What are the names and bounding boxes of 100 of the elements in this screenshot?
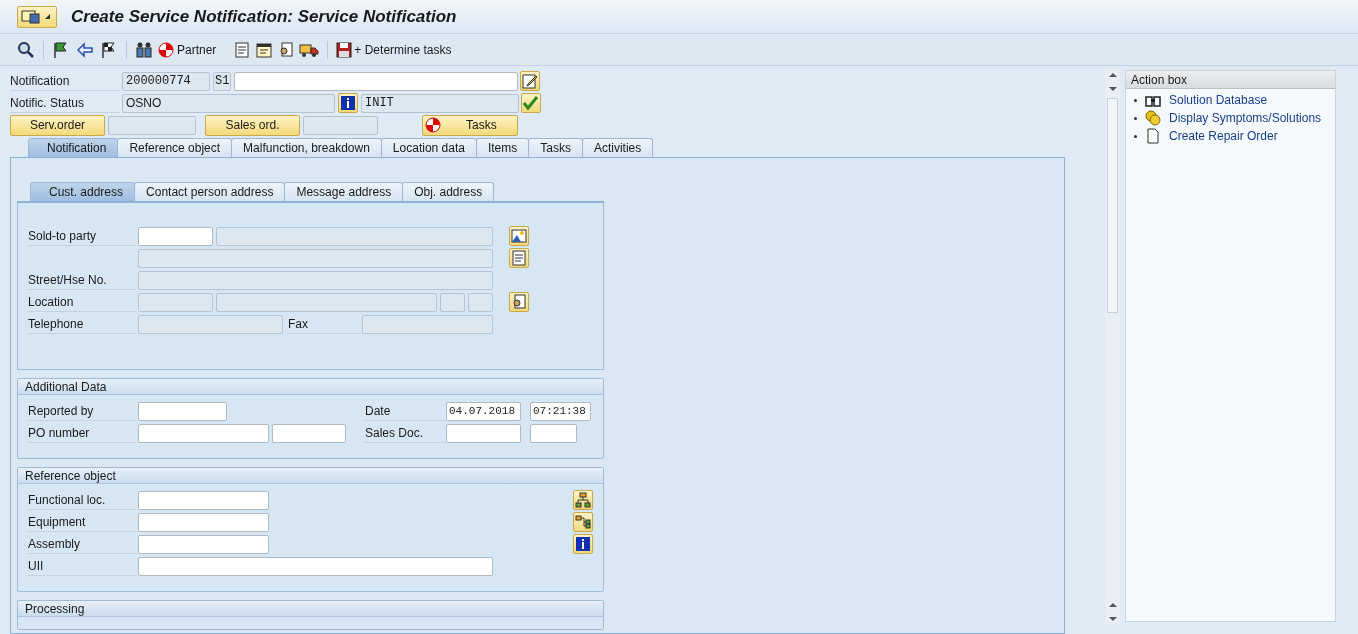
field-label: Telephone: [28, 314, 136, 334]
tab[interactable]: Tasks: [528, 138, 583, 157]
field-label: UII: [28, 556, 136, 576]
bullet-icon: [1134, 116, 1137, 120]
bullet-icon: [1134, 134, 1137, 138]
hierarchy-icon: [575, 492, 591, 508]
status-button[interactable]: [521, 93, 541, 113]
display-field: INIT: [361, 93, 519, 113]
structure-icon: [575, 514, 591, 530]
tab[interactable]: Reference object: [117, 138, 233, 157]
scroll-up-icon[interactable]: [1107, 600, 1118, 610]
notepad-icon: [255, 40, 274, 59]
picture-button[interactable]: [509, 226, 529, 246]
info-icon: [575, 536, 591, 552]
note-button[interactable]: [255, 40, 274, 59]
input-field[interactable]: [138, 401, 227, 421]
address-icon: [278, 41, 295, 58]
flag-button[interactable]: [52, 40, 70, 59]
blank-document-icon: [1145, 128, 1161, 144]
input-field[interactable]: 07:21:38: [530, 401, 591, 421]
info-button[interactable]: [573, 534, 593, 554]
document-icon: [234, 41, 251, 58]
input-field[interactable]: [138, 512, 269, 532]
address-icon: [511, 294, 527, 310]
tasks-button[interactable]: Tasks: [422, 114, 518, 136]
action-link[interactable]: Display Symptoms/Solutions: [1169, 109, 1322, 127]
field-label: Notific. Status: [10, 93, 120, 113]
menu-button[interactable]: [17, 5, 57, 28]
structure-button[interactable]: [573, 512, 593, 532]
group-title: Additional Data: [25, 378, 107, 395]
tab[interactable]: Obj. address: [402, 182, 495, 201]
input-field[interactable]: [138, 534, 269, 554]
display-field: 200000774: [122, 71, 210, 91]
input-field[interactable]: [272, 423, 346, 443]
input-field[interactable]: [138, 423, 269, 443]
text-button[interactable]: [509, 248, 529, 268]
dropdown-icon: [45, 14, 50, 19]
field-label: Functional loc.: [28, 490, 136, 510]
search-icon: [17, 40, 35, 59]
hierarchy-button[interactable]: [573, 490, 593, 510]
tab[interactable]: Items: [475, 138, 530, 157]
checkered-flag-icon: [100, 40, 118, 59]
tab[interactable]: Message address: [284, 182, 404, 201]
tab[interactable]: Cust. address: [30, 182, 136, 201]
lifebuoy-icon: [425, 117, 441, 133]
group-title: Processing: [25, 600, 85, 617]
flag-icon: [52, 40, 70, 59]
input-field[interactable]: [530, 423, 577, 443]
address-button[interactable]: [509, 292, 529, 312]
display-field: OSNO: [122, 93, 335, 113]
input-field[interactable]: [446, 423, 521, 443]
tab[interactable]: Location data: [380, 138, 477, 157]
description-field[interactable]: [234, 71, 518, 91]
people-icon: [135, 40, 153, 59]
long-text-button[interactable]: [520, 71, 540, 91]
finish-flag-button[interactable]: [100, 40, 118, 59]
scroll-up-icon[interactable]: [1107, 70, 1118, 80]
list-button[interactable]: [234, 41, 251, 58]
pencil-icon: [522, 73, 538, 89]
display-field: S1: [213, 71, 231, 91]
field-label: Sold-to party: [28, 226, 136, 246]
info-button[interactable]: [338, 93, 358, 113]
group-title: Reference object: [25, 467, 116, 484]
field-label: Location: [28, 292, 136, 312]
scroll-down-icon[interactable]: [1107, 84, 1118, 94]
input-field[interactable]: 04.07.2018: [446, 401, 521, 421]
bullet-icon: [1134, 98, 1137, 102]
checkmark-icon: [523, 95, 539, 111]
lifebuoy-icon: [158, 41, 174, 58]
search-button[interactable]: [17, 40, 35, 59]
scroll-thumb[interactable]: [1107, 98, 1118, 313]
coins-icon: [1145, 110, 1161, 126]
action-link[interactable]: Solution Database: [1169, 91, 1268, 109]
sales-order-button[interactable]: Sales ord.: [205, 114, 300, 136]
return-button[interactable]: [76, 40, 94, 59]
window-title: Create Service Notification: Service Notification: [71, 5, 457, 28]
save-icon: [336, 41, 353, 58]
field-label: Equipment: [28, 512, 136, 532]
field-label: Reported by: [28, 401, 136, 421]
field-label: Street/Hse No.: [28, 270, 136, 290]
card-button[interactable]: [278, 41, 295, 58]
arrow-icon: [76, 40, 94, 59]
field-label: Notification: [10, 71, 120, 91]
people-button[interactable]: [135, 40, 153, 59]
action-box-title: Action box: [1131, 71, 1188, 89]
document-icon: [511, 250, 527, 266]
input-field[interactable]: [138, 490, 269, 510]
tab[interactable]: Activities: [581, 138, 654, 157]
tab[interactable]: Notification: [28, 138, 119, 157]
info-icon: [340, 95, 356, 111]
tab[interactable]: Malfunction, breakdown: [231, 138, 382, 157]
screen-icon: [21, 8, 41, 25]
action-link[interactable]: Create Repair Order: [1169, 127, 1278, 145]
input-field[interactable]: [138, 226, 213, 246]
partner-button[interactable]: Partner: [158, 40, 217, 59]
tab[interactable]: Contact person address: [134, 182, 286, 201]
determine-tasks-button[interactable]: + Determine tasks: [336, 40, 452, 59]
scroll-down-icon[interactable]: [1107, 614, 1118, 624]
service-order-button[interactable]: Serv.order: [10, 114, 105, 136]
input-field[interactable]: [138, 556, 493, 576]
